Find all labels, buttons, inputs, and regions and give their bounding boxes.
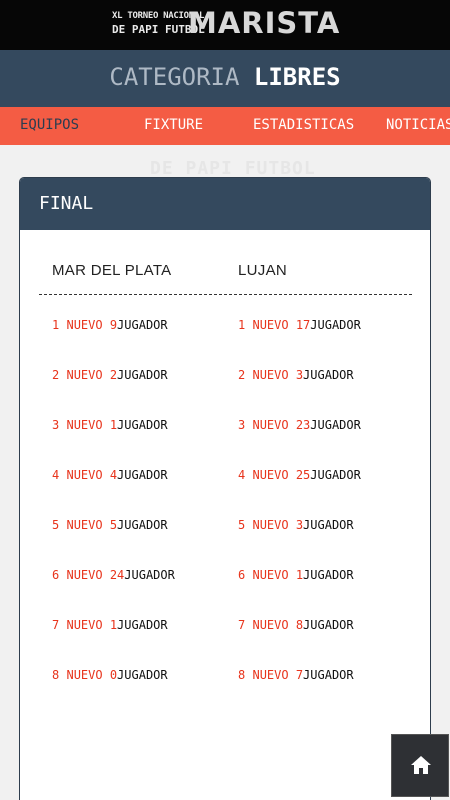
top-banner: XL TORNEO NACIONAL DE PAPI FUTBOL MARIST… <box>0 0 450 50</box>
player-number: 2 <box>238 368 246 382</box>
home-button[interactable] <box>391 734 449 797</box>
player-role: JUGADOR <box>310 318 361 332</box>
player-right-3[interactable]: 3 NUEVO 23JUGADOR <box>238 418 361 432</box>
player-right-4[interactable]: 4 NUEVO 25JUGADOR <box>238 468 361 482</box>
category-bar: CATEGORIA LIBRES <box>0 50 450 107</box>
tournament-logo: XL TORNEO NACIONAL DE PAPI FUTBOL MARIST… <box>112 6 342 46</box>
player-left-8[interactable]: 8 NUEVO 0JUGADOR <box>52 668 168 682</box>
player-number: 7 <box>238 618 246 632</box>
team-name-left: MAR DEL PLATA <box>52 262 172 279</box>
player-number: 6 <box>238 568 246 582</box>
card-title: FINAL <box>39 193 94 214</box>
player-number: 5 <box>52 518 60 532</box>
player-role: JUGADOR <box>303 618 354 632</box>
player-role: JUGADOR <box>124 568 175 582</box>
player-left-2[interactable]: 2 NUEVO 2JUGADOR <box>52 368 168 382</box>
card-header: FINAL <box>20 178 430 230</box>
player-number: 5 <box>238 518 246 532</box>
player-role: JUGADOR <box>303 368 354 382</box>
background-watermark: DE PAPI FUTBOL <box>150 158 316 179</box>
player-number: 2 <box>52 368 60 382</box>
player-name: NUEVO 7 <box>252 668 304 682</box>
player-left-3[interactable]: 3 NUEVO 1JUGADOR <box>52 418 168 432</box>
player-name: NUEVO 4 <box>66 468 118 482</box>
player-number: 3 <box>52 418 60 432</box>
tab-noticias[interactable]: NOTICIAS <box>386 117 450 133</box>
player-right-5[interactable]: 5 NUEVO 3JUGADOR <box>238 518 354 532</box>
category-title: CATEGORIA LIBRES <box>0 63 450 91</box>
player-right-1[interactable]: 1 NUEVO 17JUGADOR <box>238 318 361 332</box>
player-role: JUGADOR <box>303 518 354 532</box>
player-left-5[interactable]: 5 NUEVO 5JUGADOR <box>52 518 168 532</box>
player-name: NUEVO 8 <box>252 618 304 632</box>
home-icon <box>411 756 431 774</box>
player-name: NUEVO 24 <box>66 568 125 582</box>
player-number: 1 <box>238 318 246 332</box>
player-name: NUEVO 1 <box>66 418 118 432</box>
tab-estadisticas[interactable]: ESTADISTICAS <box>253 117 354 133</box>
player-role: JUGADOR <box>117 668 168 682</box>
player-number: 4 <box>52 468 60 482</box>
player-role: JUGADOR <box>303 568 354 582</box>
player-role: JUGADOR <box>310 468 361 482</box>
player-role: JUGADOR <box>117 518 168 532</box>
player-name: NUEVO 2 <box>66 368 118 382</box>
team-divider <box>39 294 412 295</box>
category-prefix: CATEGORIA <box>109 63 240 91</box>
player-name: NUEVO 3 <box>252 368 304 382</box>
player-name: NUEVO 17 <box>252 318 311 332</box>
player-number: 4 <box>238 468 246 482</box>
player-left-6[interactable]: 6 NUEVO 24JUGADOR <box>52 568 175 582</box>
team-name-right: LUJAN <box>238 262 288 279</box>
player-name: NUEVO 25 <box>252 468 311 482</box>
player-role: JUGADOR <box>303 668 354 682</box>
player-name: NUEVO 1 <box>66 618 118 632</box>
player-right-8[interactable]: 8 NUEVO 7JUGADOR <box>238 668 354 682</box>
player-role: JUGADOR <box>117 468 168 482</box>
player-number: 3 <box>238 418 246 432</box>
tab-equipos[interactable]: EQUIPOS <box>20 117 79 133</box>
player-role: JUGADOR <box>310 418 361 432</box>
player-number: 8 <box>52 668 60 682</box>
player-right-2[interactable]: 2 NUEVO 3JUGADOR <box>238 368 354 382</box>
player-role: JUGADOR <box>117 368 168 382</box>
player-number: 1 <box>52 318 60 332</box>
player-left-1[interactable]: 1 NUEVO 9JUGADOR <box>52 318 168 332</box>
player-name: NUEVO 5 <box>66 518 118 532</box>
player-role: JUGADOR <box>117 318 168 332</box>
nav-bar: EQUIPOS FIXTURE ESTADISTICAS NOTICIAS <box>0 107 450 145</box>
player-name: NUEVO 3 <box>252 518 304 532</box>
player-name: NUEVO 9 <box>66 318 118 332</box>
player-left-7[interactable]: 7 NUEVO 1JUGADOR <box>52 618 168 632</box>
player-number: 6 <box>52 568 60 582</box>
match-card: FINAL MAR DEL PLATA LUJAN 1 NUEVO 9JUGAD… <box>19 177 431 800</box>
player-number: 8 <box>238 668 246 682</box>
player-role: JUGADOR <box>117 418 168 432</box>
logo-brand: MARISTA <box>188 6 341 40</box>
player-number: 7 <box>52 618 60 632</box>
player-name: NUEVO 23 <box>252 418 311 432</box>
player-left-4[interactable]: 4 NUEVO 4JUGADOR <box>52 468 168 482</box>
category-name: LIBRES <box>253 63 341 91</box>
player-name: NUEVO 1 <box>252 568 304 582</box>
player-role: JUGADOR <box>117 618 168 632</box>
tab-fixture[interactable]: FIXTURE <box>144 117 203 133</box>
player-name: NUEVO 0 <box>66 668 118 682</box>
player-right-6[interactable]: 6 NUEVO 1JUGADOR <box>238 568 354 582</box>
player-right-7[interactable]: 7 NUEVO 8JUGADOR <box>238 618 354 632</box>
